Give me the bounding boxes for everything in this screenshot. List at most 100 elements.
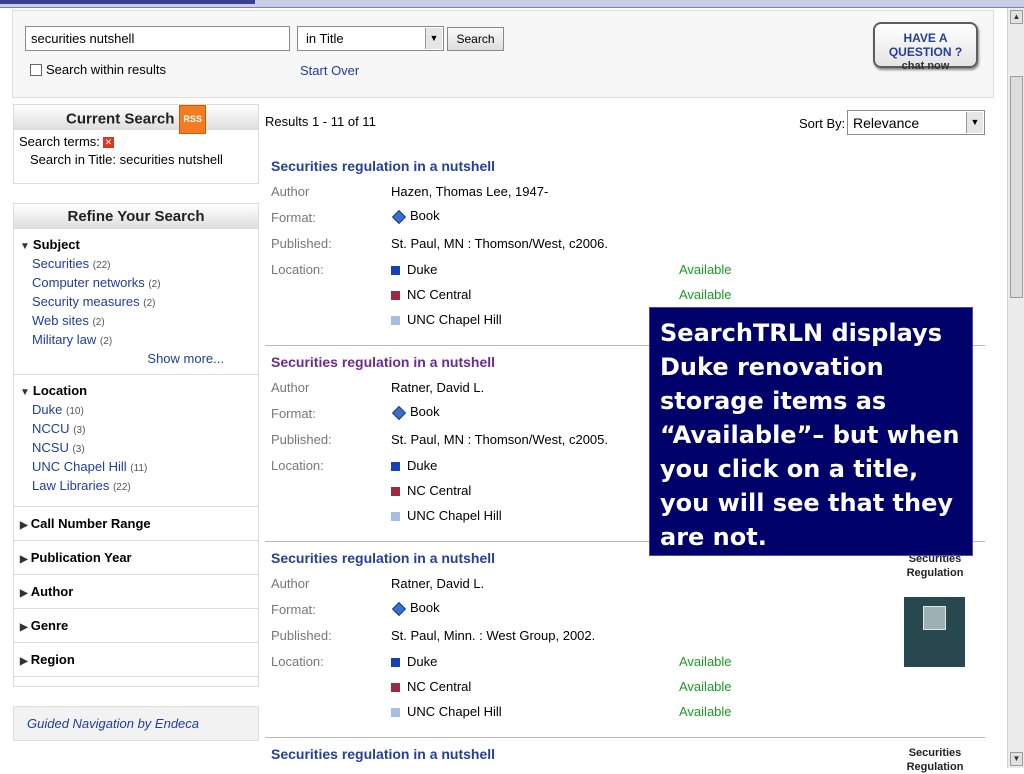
scroll-up-arrow-icon[interactable]: ▲ <box>1010 10 1023 24</box>
facet-location-header[interactable]: ▼ Location <box>20 383 252 398</box>
search-field-select[interactable]: in Title ▼ <box>297 26 444 51</box>
facet-item[interactable]: Security measures (2) <box>20 294 252 309</box>
published-label: Published: <box>271 628 332 643</box>
location-row: Duke Available <box>391 654 732 669</box>
facet-item[interactable]: NCCU (3) <box>20 421 252 436</box>
book-icon <box>391 601 407 616</box>
facet-item-label: Duke <box>32 402 63 417</box>
facet-item-label: UNC Chapel Hill <box>32 459 127 474</box>
location-row: UNC Chapel HillAvailable <box>391 508 732 523</box>
facet-genre[interactable]: ▶ Genre <box>14 609 258 643</box>
search-field-value: in Title <box>306 31 344 46</box>
author-value: Ratner, David L. <box>391 380 485 395</box>
facet-collapsed-label: Call Number Range <box>30 516 151 531</box>
facet-location-label: Location <box>32 383 88 398</box>
search-header: in Title ▼ Search Search within results … <box>12 10 994 98</box>
search-within-results[interactable]: Search within results <box>30 62 166 77</box>
availability-status: Available <box>679 287 732 302</box>
book-cover-thumbnail[interactable] <box>904 597 965 667</box>
record-title-link[interactable]: Securities regulation in a nutshell <box>271 746 495 762</box>
refine-panel: Refine Your Search ▼ Subject Securities (… <box>13 203 259 687</box>
availability-status: Available <box>679 262 732 277</box>
format-text: Book <box>410 404 440 419</box>
unc-square-icon <box>391 316 400 326</box>
facet-item[interactable]: Computer networks (2) <box>20 275 252 290</box>
facet-subject-header[interactable]: ▼ Subject <box>20 237 252 252</box>
search-term: Search in Title: securities nutshell <box>30 152 223 167</box>
facet-item-label: Securities <box>32 256 90 271</box>
book-icon <box>391 209 407 224</box>
facet-call-number-range[interactable]: ▶ Call Number Range <box>14 507 258 541</box>
facet-author[interactable]: ▶ Author <box>14 575 258 609</box>
scrollbar-thumb[interactable] <box>1010 76 1023 298</box>
triangle-right-icon: ▶ <box>20 622 28 633</box>
search-terms-label: Search terms: ✕ <box>19 134 252 149</box>
result-record: Securities regulation in a nutshell Auth… <box>265 541 985 736</box>
published-label: Published: <box>271 432 332 447</box>
show-more-link[interactable]: Show more... <box>20 351 252 366</box>
sort-by-label: Sort By: <box>799 116 846 131</box>
nc-central-square-icon <box>391 683 400 693</box>
facet-item-count: (10) <box>65 406 84 417</box>
location-row: NC CentralAvailable <box>391 483 732 498</box>
top-strip-bar <box>0 0 255 4</box>
author-label: Author <box>271 576 310 591</box>
record-title-link[interactable]: Securities regulation in a nutshell <box>271 158 495 174</box>
facet-item[interactable]: Securities (22) <box>20 256 252 271</box>
triangle-down-icon: ▼ <box>20 387 30 398</box>
sort-select[interactable]: Relevance ▼ <box>847 110 985 135</box>
facet-item-count: (22) <box>112 482 131 493</box>
facet-item[interactable]: UNC Chapel Hill (11) <box>20 459 252 474</box>
chevron-down-icon[interactable]: ▼ <box>425 28 442 49</box>
facet-item[interactable]: Law Libraries (22) <box>20 478 252 493</box>
location-name: UNC Chapel Hill <box>407 508 502 523</box>
vertical-scrollbar[interactable]: ▲ ▼ <box>1007 8 1024 768</box>
search-within-label: Search within results <box>46 62 166 77</box>
book-icon <box>391 405 407 420</box>
triangle-right-icon: ▶ <box>20 588 28 599</box>
facet-subject: ▼ Subject Securities (22) Computer networ… <box>14 229 258 375</box>
author-label: Author <box>271 380 310 395</box>
location-name: Duke <box>407 262 438 277</box>
facet-item-label: Security measures <box>32 294 140 309</box>
search-button[interactable]: Search <box>447 27 504 51</box>
facet-item-label: Computer networks <box>32 275 145 290</box>
annotation-callout: SearchTRLN displays Duke renovation stor… <box>649 307 973 556</box>
chat-now-button[interactable]: HAVE A QUESTION ? chat now <box>873 22 978 72</box>
facet-publication-year[interactable]: ▶ Publication Year <box>14 541 258 575</box>
facet-region[interactable]: ▶ Region <box>14 643 258 677</box>
facet-item[interactable]: Military law (2) <box>20 332 252 347</box>
record-divider <box>265 737 985 738</box>
facet-item[interactable]: Duke (10) <box>20 402 252 417</box>
facet-collapsed-label: Publication Year <box>30 550 132 565</box>
chevron-down-icon[interactable]: ▼ <box>966 112 983 133</box>
remove-term-icon[interactable]: ✕ <box>102 137 114 149</box>
start-over-link[interactable]: Start Over <box>300 63 359 78</box>
record-title-link[interactable]: Securities regulation in a nutshell <box>271 354 495 370</box>
facet-item[interactable]: NCSU (3) <box>20 440 252 455</box>
format-value: Book <box>391 600 440 616</box>
location-name: Duke <box>407 654 438 669</box>
duke-square-icon <box>391 462 400 472</box>
format-label: Format: <box>271 602 316 617</box>
author-value: Hazen, Thomas Lee, 1947- <box>391 184 549 199</box>
guided-navigation-link[interactable]: Guided Navigation by Endeca <box>13 706 259 741</box>
search-within-checkbox[interactable] <box>30 63 42 76</box>
location-name: NC Central <box>407 287 472 302</box>
facet-item[interactable]: Web sites (2) <box>20 313 252 328</box>
location-name: UNC Chapel Hill <box>407 312 502 327</box>
rss-icon[interactable]: RSS <box>179 105 206 134</box>
scroll-down-arrow-icon[interactable]: ▼ <box>1010 752 1023 766</box>
facet-item-label: Military law <box>32 332 97 347</box>
chat-now-text: chat now <box>901 60 950 72</box>
format-text: Book <box>410 600 440 615</box>
format-text: Book <box>410 208 440 223</box>
facet-item-count: (2) <box>148 279 161 290</box>
location-label: Location: <box>271 458 324 473</box>
location-row: Duke Available <box>391 262 732 277</box>
author-value: Ratner, David L. <box>391 576 485 591</box>
search-input[interactable] <box>25 26 290 51</box>
location-row: UNC Chapel HillAvailable <box>391 704 732 719</box>
location-label: Location: <box>271 654 324 669</box>
record-title-link[interactable]: Securities regulation in a nutshell <box>271 550 495 566</box>
